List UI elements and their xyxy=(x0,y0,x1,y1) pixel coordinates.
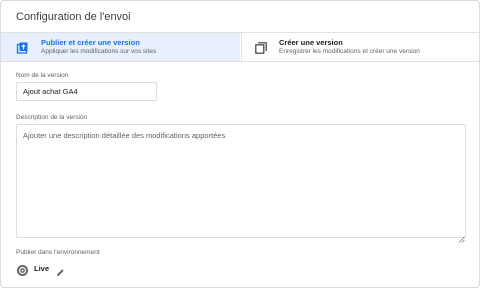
option-create-version[interactable]: Créer une version Enregistrer les modifi… xyxy=(241,33,479,61)
environment-icon xyxy=(17,263,28,276)
environment-name: Live xyxy=(34,264,50,273)
version-name-input[interactable] xyxy=(16,82,157,101)
pencil-icon[interactable] xyxy=(56,264,65,276)
copy-icon xyxy=(255,41,267,54)
panel-title: Configuration de l'envoi xyxy=(16,11,131,23)
divider xyxy=(1,61,479,62)
version-description-textarea[interactable] xyxy=(16,124,466,238)
version-name-label: Nom de la version xyxy=(16,72,69,79)
environment-label: Publier dans l'environnement xyxy=(16,249,100,256)
option-description: Enregistrer les modifications et créer u… xyxy=(279,48,420,55)
option-label: Publier et créer une version xyxy=(41,38,140,47)
publish-icon xyxy=(16,41,28,54)
option-label: Créer une version xyxy=(279,38,343,47)
option-publish-and-create-version[interactable]: Publier et créer une version Appliquer l… xyxy=(1,33,240,61)
submission-options: Publier et créer une version Appliquer l… xyxy=(1,33,479,61)
submission-config-panel: Configuration de l'envoi Publier et crée… xyxy=(0,0,480,288)
resize-handle-icon[interactable] xyxy=(458,230,465,243)
option-description: Appliquer les modifications sur vos site… xyxy=(41,48,157,55)
version-description-label: Description de la version xyxy=(16,114,88,121)
